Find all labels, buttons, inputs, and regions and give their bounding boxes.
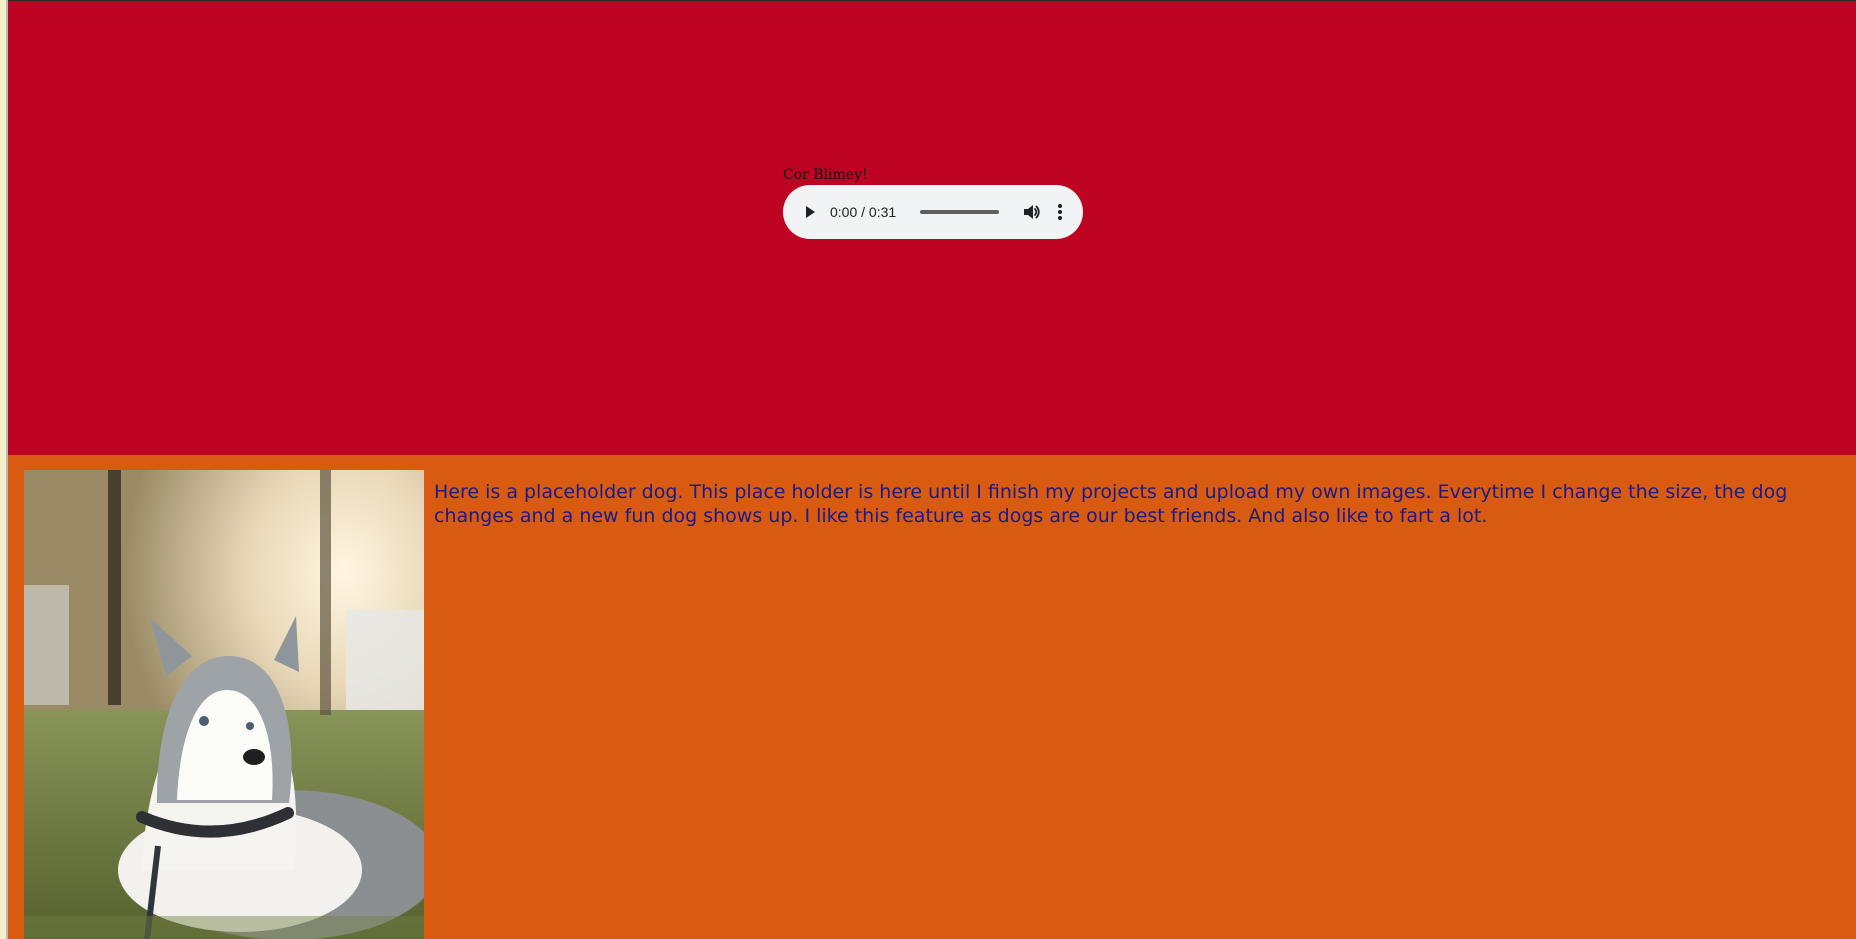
more-vertical-icon[interactable] xyxy=(1055,202,1065,222)
play-icon[interactable] xyxy=(801,203,819,221)
volume-icon[interactable] xyxy=(1021,202,1041,222)
audio-time-display: 0:00 / 0:31 xyxy=(830,204,897,220)
audio-player[interactable]: 0:00 / 0:31 xyxy=(783,185,1083,239)
left-page-strip xyxy=(0,0,8,939)
audio-caption: Cor Blimey! xyxy=(783,167,868,183)
dog-image xyxy=(24,470,424,939)
content-section: Here is a placeholder dog. This place ho… xyxy=(8,455,1856,939)
intro-paragraph: Here is a placeholder dog. This place ho… xyxy=(434,481,1788,527)
audio-seek-slider[interactable] xyxy=(920,210,999,214)
header-section: Cor Blimey! 0:00 / 0:31 xyxy=(8,1,1856,455)
